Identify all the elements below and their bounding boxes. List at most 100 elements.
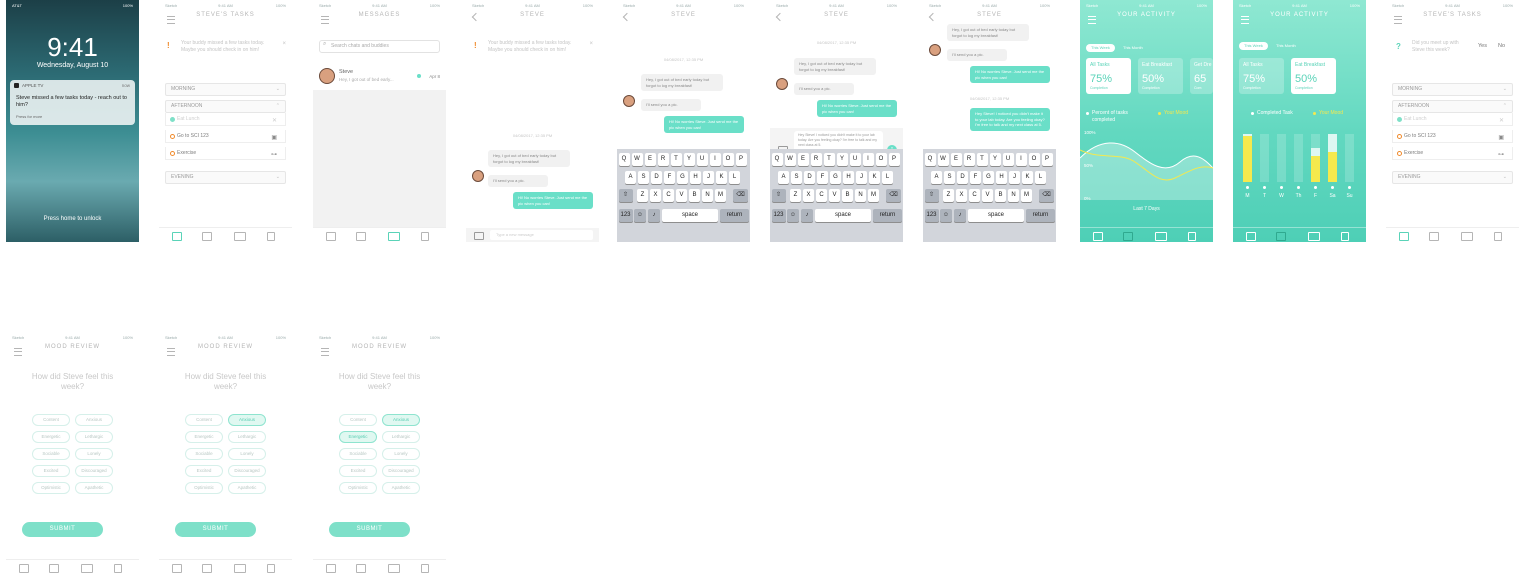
chat-icon[interactable] — [234, 232, 246, 241]
tab-this-month[interactable]: This Month — [1271, 42, 1301, 50]
stats-icon[interactable] — [49, 564, 59, 573]
mood-option[interactable]: Optimistic — [32, 482, 70, 494]
mood-option[interactable]: Content — [339, 414, 377, 426]
mood-option[interactable]: Lonely — [75, 448, 113, 460]
key[interactable]: Q — [771, 153, 783, 166]
key[interactable]: J — [703, 171, 714, 184]
key[interactable]: D — [804, 171, 815, 184]
key[interactable]: W — [937, 153, 949, 166]
key[interactable]: F — [970, 171, 981, 184]
yes-button[interactable]: Yes — [1478, 43, 1487, 49]
key[interactable]: N — [702, 189, 713, 202]
stat-card[interactable]: Eat Breakfast 50% Completion — [1291, 58, 1336, 94]
message-input[interactable]: Type a new message — [490, 230, 593, 240]
key[interactable]: Z — [637, 189, 648, 202]
numbers-key[interactable]: 123 — [618, 209, 633, 222]
key[interactable]: J — [856, 171, 867, 184]
key[interactable]: R — [810, 153, 822, 166]
task-item[interactable]: Go to SCI 123 ▣ — [165, 130, 286, 143]
key[interactable]: Q — [924, 153, 936, 166]
key[interactable]: K — [869, 171, 880, 184]
key[interactable]: E — [950, 153, 962, 166]
section-evening[interactable]: EVENING ⌄ — [1392, 171, 1513, 184]
key[interactable]: S — [944, 171, 955, 184]
key[interactable]: S — [638, 171, 649, 184]
key[interactable]: H — [690, 171, 701, 184]
return-key[interactable]: return — [720, 209, 749, 222]
home-icon[interactable] — [1093, 232, 1103, 241]
tab-this-week[interactable]: This Week — [1086, 44, 1115, 52]
key[interactable]: F — [664, 171, 675, 184]
key[interactable]: U — [696, 153, 708, 166]
mood-option[interactable]: Content — [32, 414, 70, 426]
key[interactable]: C — [816, 189, 827, 202]
key[interactable]: E — [644, 153, 656, 166]
journal-icon[interactable] — [114, 564, 122, 573]
key[interactable]: B — [842, 189, 853, 202]
backspace-key[interactable]: ⌫ — [733, 189, 748, 202]
mood-option[interactable]: Lonely — [228, 448, 266, 460]
key[interactable]: I — [862, 153, 874, 166]
mood-option[interactable]: Lethargic — [382, 431, 420, 443]
section-afternoon[interactable]: AFTERNOON ⌃ — [1392, 100, 1513, 113]
key[interactable]: O — [1028, 153, 1040, 166]
backspace-key[interactable]: ⌫ — [886, 189, 901, 202]
key[interactable]: I — [1015, 153, 1027, 166]
key[interactable]: R — [657, 153, 669, 166]
chat-icon[interactable] — [388, 232, 400, 241]
key[interactable]: U — [849, 153, 861, 166]
mic-key[interactable]: ♪ — [801, 209, 813, 222]
mood-option[interactable]: Content — [185, 414, 223, 426]
tab-this-month[interactable]: This Month — [1118, 44, 1148, 52]
key[interactable]: S — [791, 171, 802, 184]
key[interactable]: T — [976, 153, 988, 166]
numbers-key[interactable]: 123 — [924, 209, 939, 222]
key[interactable]: H — [843, 171, 854, 184]
key[interactable]: G — [677, 171, 688, 184]
key[interactable]: T — [670, 153, 682, 166]
key[interactable]: D — [957, 171, 968, 184]
key[interactable]: J — [1009, 171, 1020, 184]
mood-option[interactable]: Apathetic — [75, 482, 113, 494]
home-icon[interactable] — [172, 564, 182, 573]
key[interactable]: I — [709, 153, 721, 166]
journal-icon[interactable] — [421, 564, 429, 573]
mood-option[interactable]: Excited — [32, 465, 70, 477]
mood-option[interactable]: Sociable — [339, 448, 377, 460]
mood-option[interactable]: Discouraged — [382, 465, 420, 477]
submit-button[interactable]: SUBMIT — [175, 522, 256, 537]
key[interactable]: B — [995, 189, 1006, 202]
task-item[interactable]: Exercise ⊶ — [1392, 147, 1513, 160]
mood-option[interactable]: Lethargic — [75, 431, 113, 443]
key[interactable]: G — [830, 171, 841, 184]
space-key[interactable]: space — [968, 209, 1024, 222]
shift-key[interactable]: ⇧ — [618, 189, 633, 202]
notification-card[interactable]: APPLE TV now Steve missed a few tasks to… — [10, 80, 135, 125]
journal-icon[interactable] — [1341, 232, 1349, 241]
key[interactable]: A — [625, 171, 636, 184]
mood-option[interactable]: Energetic — [185, 431, 223, 443]
key[interactable]: L — [1035, 171, 1046, 184]
space-key[interactable]: space — [815, 209, 871, 222]
journal-icon[interactable] — [267, 232, 275, 241]
section-morning[interactable]: MORNING ⌄ — [1392, 83, 1513, 96]
mood-option[interactable]: Excited — [185, 465, 223, 477]
section-afternoon[interactable]: AFTERNOON ⌃ — [165, 100, 286, 113]
key[interactable]: Z — [790, 189, 801, 202]
task-item[interactable]: Go to SCI 123 ▣ — [1392, 130, 1513, 143]
task-item[interactable]: Exercise ⊶ — [165, 147, 286, 160]
key[interactable]: Z — [943, 189, 954, 202]
key[interactable]: X — [956, 189, 967, 202]
key[interactable]: H — [996, 171, 1007, 184]
key[interactable]: X — [803, 189, 814, 202]
key[interactable]: M — [868, 189, 879, 202]
key[interactable]: K — [716, 171, 727, 184]
journal-icon[interactable] — [267, 564, 275, 573]
stats-icon[interactable] — [356, 564, 366, 573]
emoji-key[interactable]: ☺ — [787, 209, 799, 222]
mic-key[interactable]: ♪ — [648, 209, 660, 222]
key[interactable]: Y — [989, 153, 1001, 166]
key[interactable]: W — [784, 153, 796, 166]
submit-button[interactable]: SUBMIT — [22, 522, 103, 537]
home-icon[interactable] — [172, 232, 182, 241]
